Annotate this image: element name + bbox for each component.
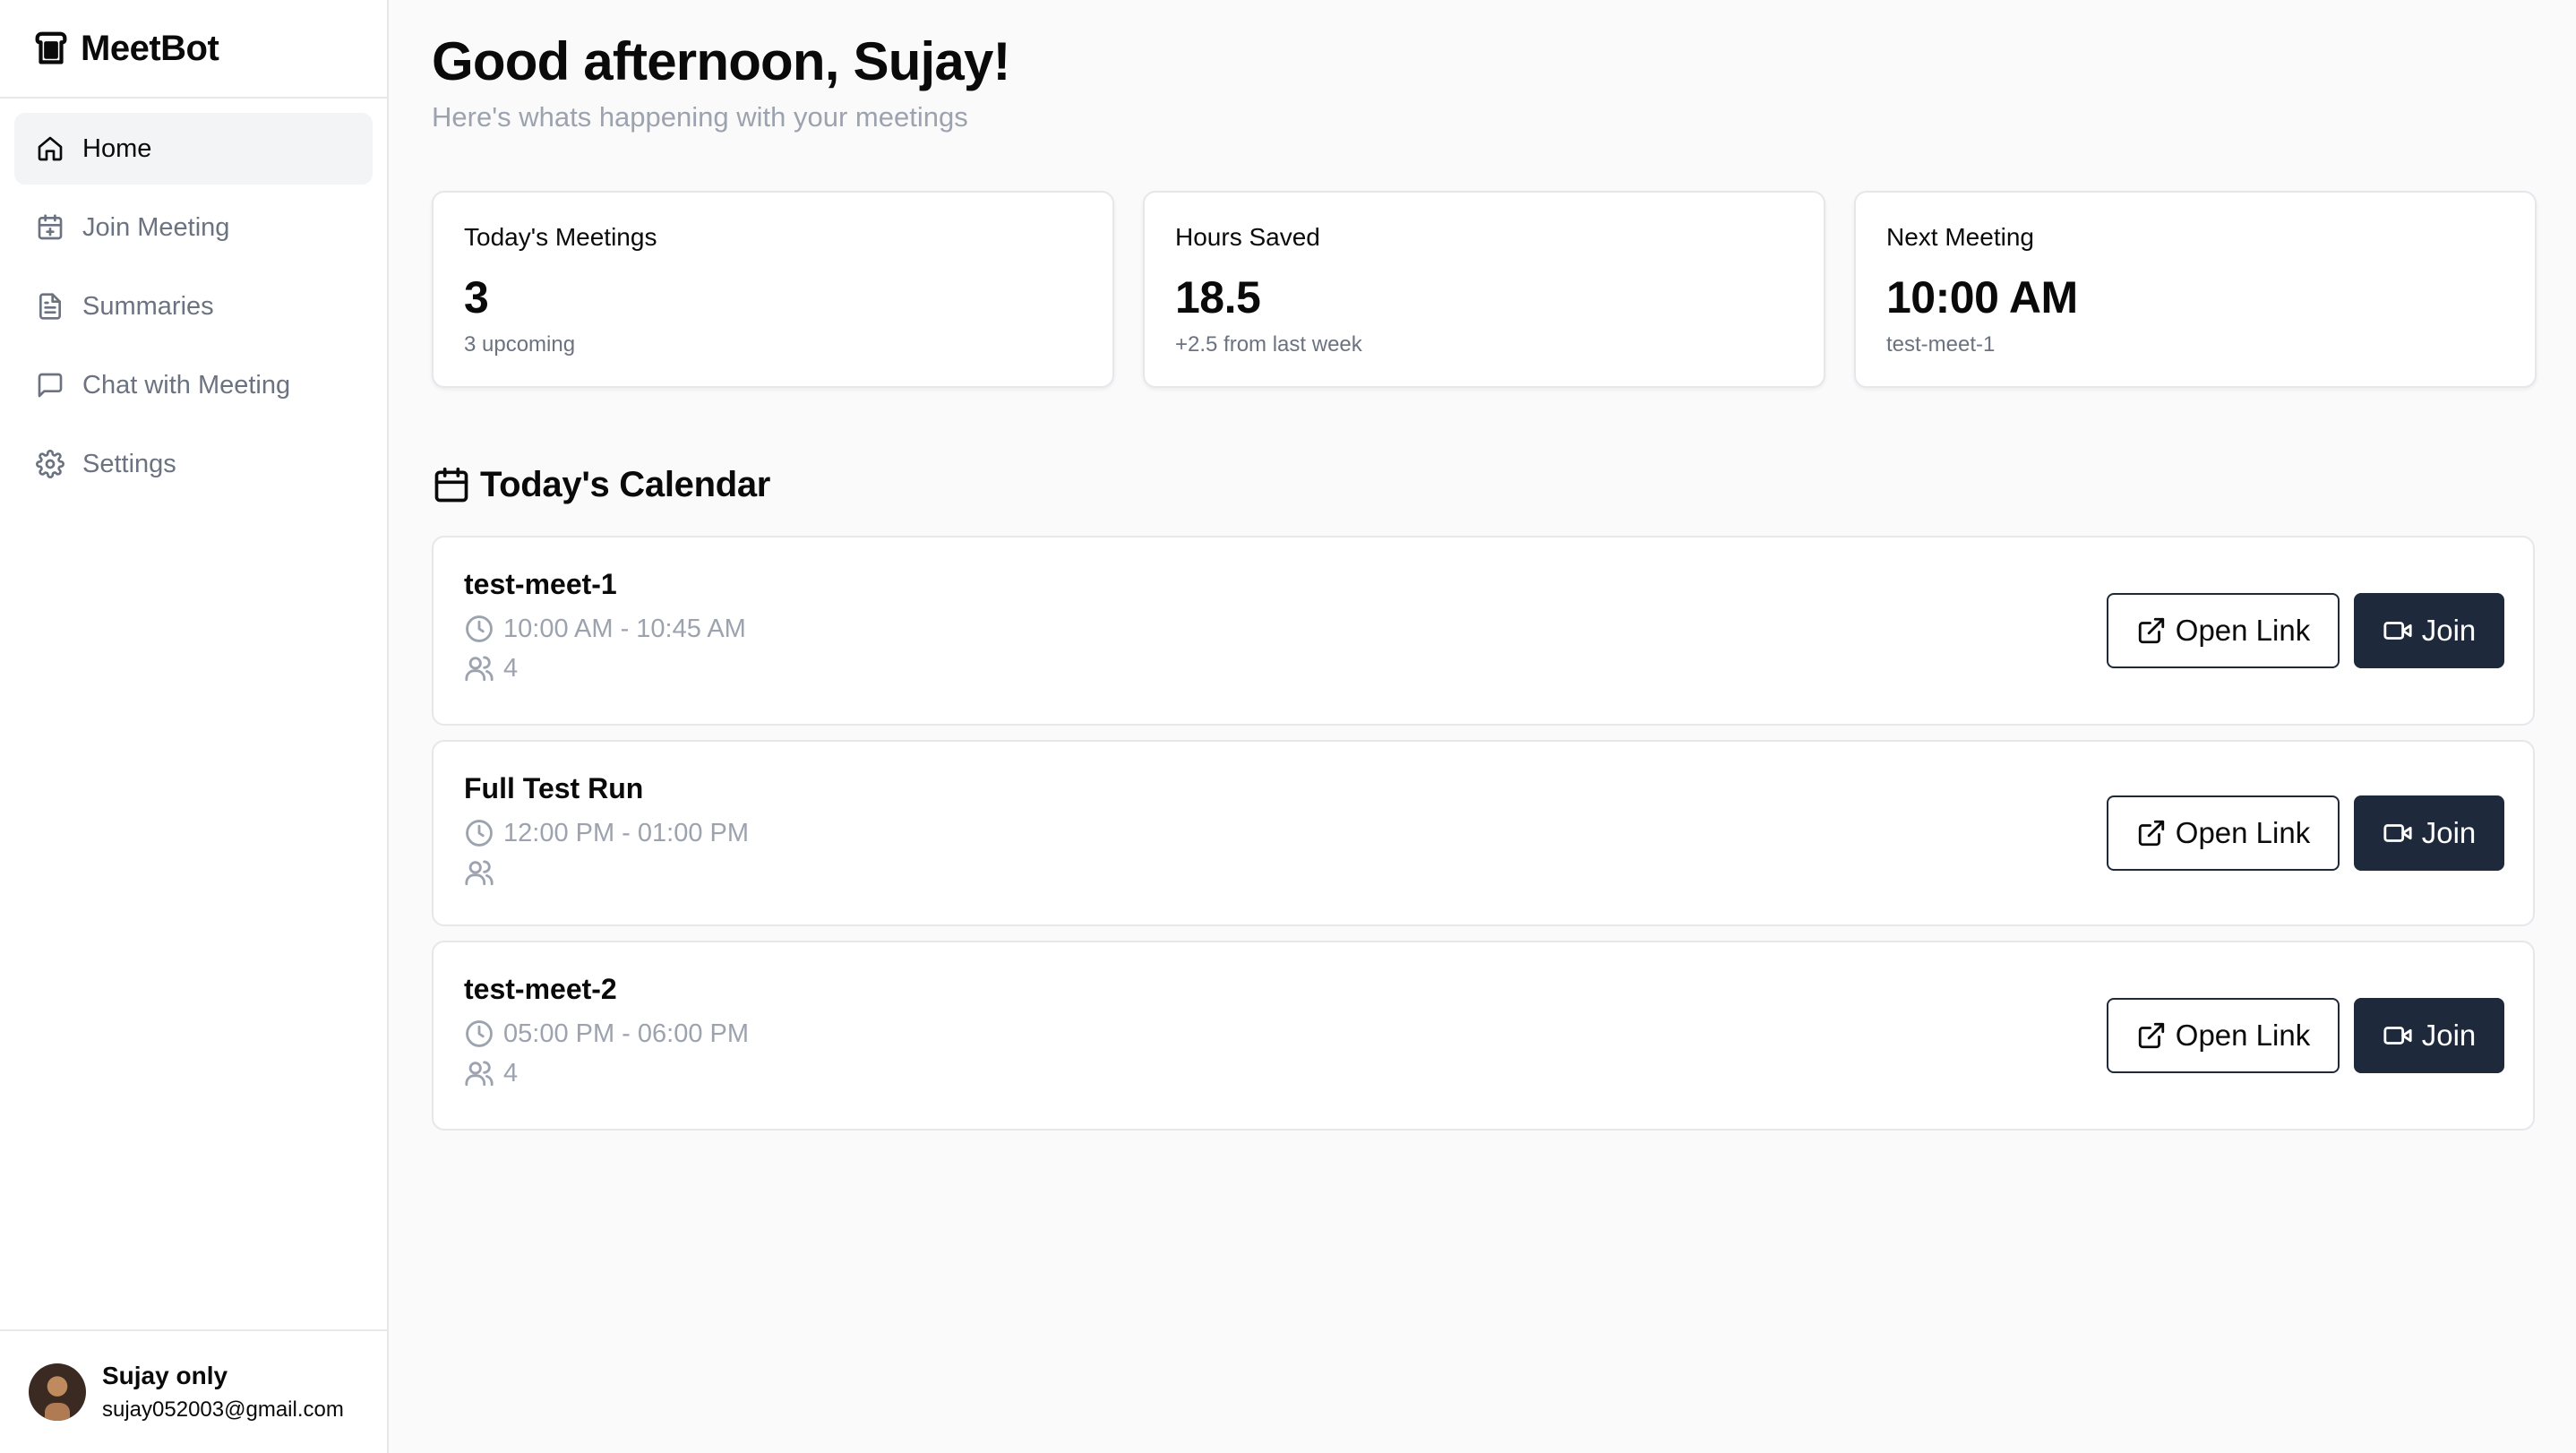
avatar [29,1363,86,1421]
video-icon [2383,1027,2412,1045]
user-info: Sujay only sujay052003@gmail.com [102,1362,344,1423]
stat-subtext: test-meet-1 [1886,332,1996,357]
join-label: Join [2421,614,2477,647]
user-profile[interactable]: Sujay only sujay052003@gmail.com [0,1329,387,1453]
open-link-button[interactable]: Open Link [2107,998,2340,1073]
user-email: sujay052003@gmail.com [102,1397,344,1422]
stat-card-todays-meetings: Today's Meetings 3 3 upcoming [432,191,1114,388]
calendar-plus-icon [38,214,63,240]
sidebar-item-label: Join Meeting [82,212,230,242]
users-icon [465,1061,494,1087]
open-link-label: Open Link [2175,1019,2311,1052]
stat-value: 18.5 [1175,272,1261,322]
stat-value: 10:00 AM [1886,272,2078,322]
open-link-button[interactable]: Open Link [2107,795,2340,871]
join-button[interactable]: Join [2354,593,2504,668]
users-icon [465,656,494,682]
join-label: Join [2421,1019,2477,1052]
app-root: MeetBot Home Join Meeting Summaries Chat… [0,0,2576,1453]
stat-label: Next Meeting [1886,223,2034,251]
meeting-actions: Open Link Join [2107,998,2504,1073]
video-icon [2383,622,2412,640]
meeting-actions: Open Link Join [2107,795,2504,871]
section-title-text: Today's Calendar [480,465,771,504]
open-link-label: Open Link [2175,614,2311,647]
meeting-card: test-meet-1 10:00 AM - 10:45 AM 4 Open L… [432,536,2535,726]
stats-row: Today's Meetings 3 3 upcoming Hours Save… [432,191,2537,388]
app-name: MeetBot [81,28,219,68]
clock-icon [466,820,493,847]
participant-count: 4 [503,1058,519,1088]
join-button[interactable]: Join [2354,795,2504,871]
sidebar-item-settings[interactable]: Settings [14,428,373,500]
meeting-card: Full Test Run 12:00 PM - 01:00 PM Open L… [432,740,2535,926]
join-button[interactable]: Join [2354,998,2504,1073]
sidebar-item-label: Home [82,133,152,163]
external-link-icon [2138,820,2164,847]
meeting-time: 05:00 PM - 06:00 PM [503,1019,750,1048]
stat-subtext: +2.5 from last week [1175,332,1362,357]
sidebar-item-home[interactable]: Home [14,113,373,185]
stat-label: Today's Meetings [464,223,657,251]
main-content: Good afternoon, Sujay! Here's whats happ… [389,0,2576,1453]
clock-icon [466,1020,493,1047]
video-icon [2383,824,2412,842]
stat-card-hours-saved: Hours Saved 18.5 +2.5 from last week [1143,191,1825,388]
sidebar-item-label: Chat with Meeting [82,370,291,400]
gear-icon [36,450,64,478]
join-label: Join [2421,816,2477,849]
open-link-button[interactable]: Open Link [2107,593,2340,668]
home-icon [38,136,63,161]
sidebar-item-label: Settings [82,449,176,478]
sidebar-item-summaries[interactable]: Summaries [14,271,373,342]
sidebar-item-label: Summaries [82,291,214,321]
stat-label: Hours Saved [1175,223,1320,251]
meeting-time: 10:00 AM - 10:45 AM [503,614,746,643]
external-link-icon [2138,617,2164,644]
sidebar-item-join-meeting[interactable]: Join Meeting [14,192,373,263]
stat-subtext: 3 upcoming [464,332,576,357]
stat-value: 3 [464,272,489,322]
calendar-icon [434,467,468,502]
meeting-actions: Open Link Join [2107,593,2504,668]
open-link-label: Open Link [2175,816,2311,849]
message-square-icon [38,373,63,398]
page-subtitle: Here's whats happening with your meeting… [432,101,968,133]
page-title: Good afternoon, Sujay! [432,31,1011,91]
user-name: Sujay only [102,1362,228,1389]
external-link-icon [2138,1022,2164,1049]
meeting-time: 12:00 PM - 01:00 PM [503,818,750,847]
sidebar-nav: Home Join Meeting Summaries Chat with Me… [0,99,387,500]
stat-card-next-meeting: Next Meeting 10:00 AM test-meet-1 [1854,191,2537,388]
file-text-icon [39,293,61,320]
brand[interactable]: MeetBot [0,0,387,99]
sidebar-item-chat-with-meeting[interactable]: Chat with Meeting [14,349,373,421]
sidebar: MeetBot Home Join Meeting Summaries Chat… [0,0,389,1453]
clock-icon [466,615,493,642]
participant-count: 4 [503,653,519,683]
users-icon [465,860,494,886]
calendar-section-title: Today's Calendar [432,465,2537,505]
meeting-card: test-meet-2 05:00 PM - 06:00 PM 4 Open L… [432,941,2535,1131]
bot-logo-icon [35,31,67,64]
